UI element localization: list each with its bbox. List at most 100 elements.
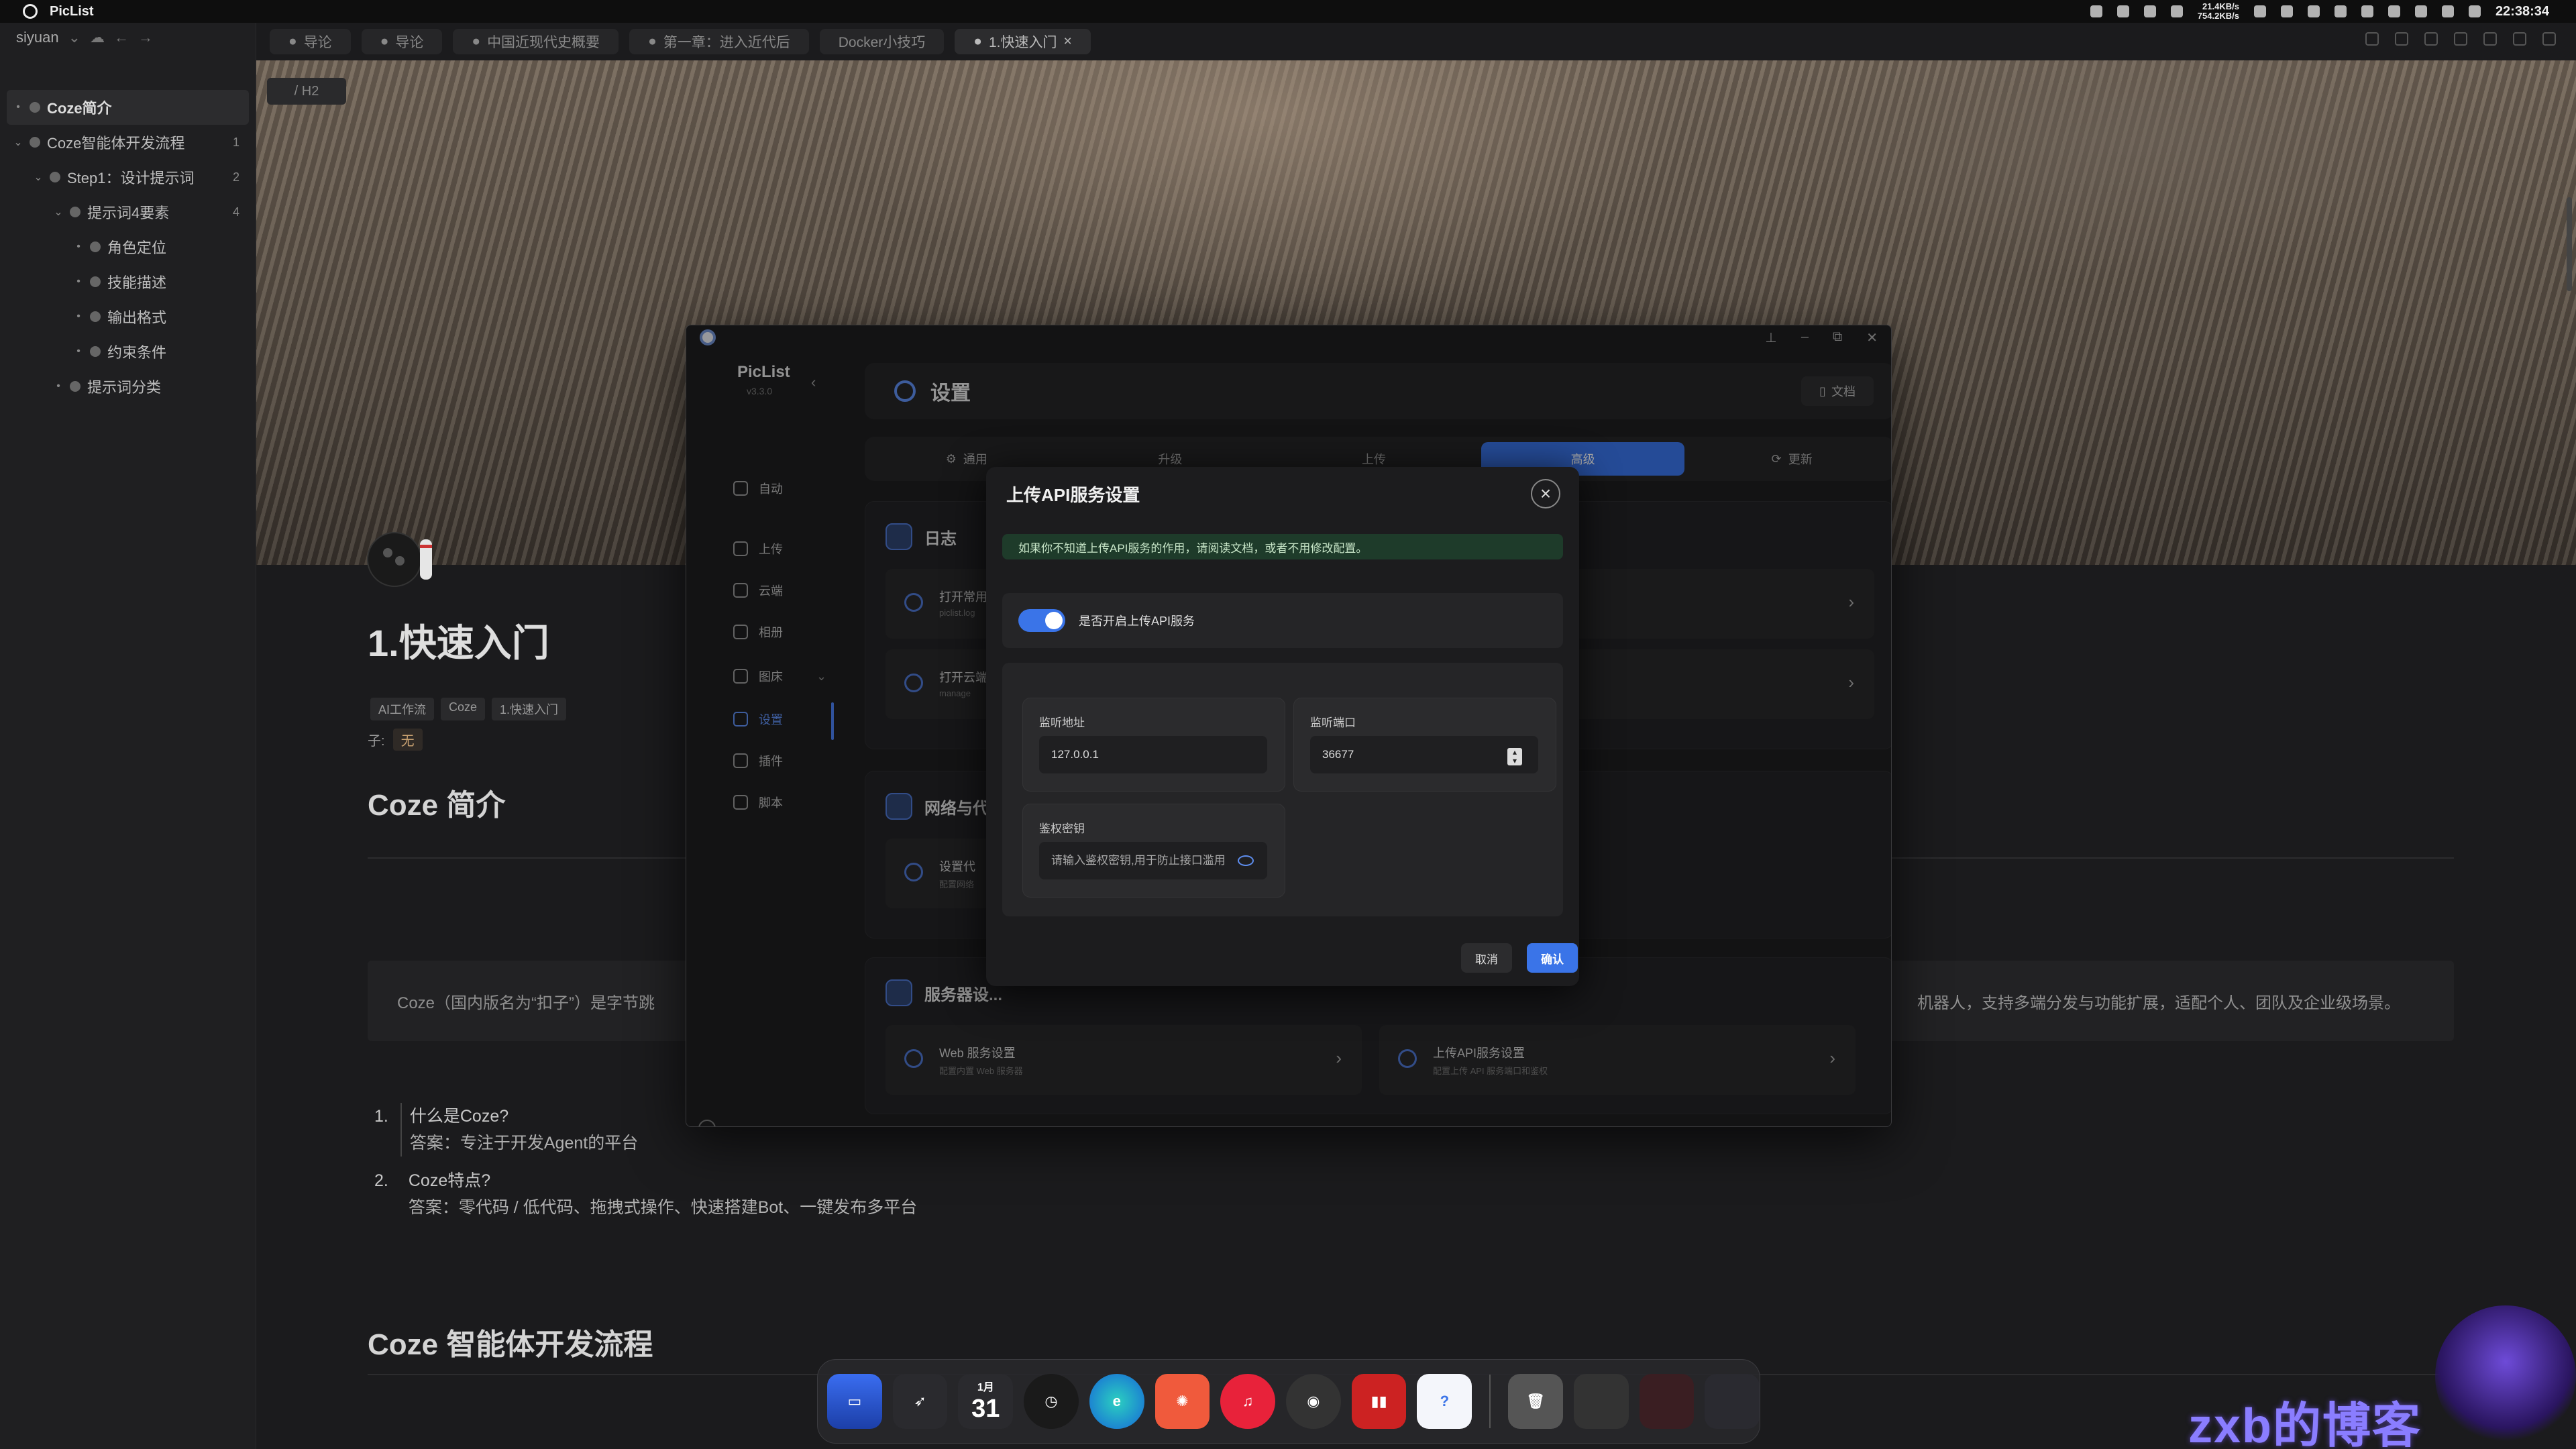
editor-tab-label: 导论 xyxy=(395,35,424,50)
cloud-icon[interactable]: ☁ xyxy=(90,29,105,46)
workspace-switcher[interactable]: siyuan ⌄ ☁ ← → xyxy=(0,23,256,52)
add-tab-icon[interactable] xyxy=(2365,32,2379,46)
doc-icon xyxy=(90,346,101,357)
editor-tabs: ● 导论 ● 导论 ● 中国近现代史概要 ● 第一章：进入近代后 Docker小技巧 ●… xyxy=(256,23,2576,60)
enable-api-row: 是否开启上传API服务 xyxy=(1002,593,1563,648)
tree-item[interactable]: • 输出格式 xyxy=(0,299,256,334)
menubar-clock[interactable]: 22:38:34 xyxy=(2496,4,2549,19)
tab-list-icon[interactable] xyxy=(2395,32,2408,46)
network-speed[interactable]: 21.4KB/s 754.2KB/s xyxy=(2198,2,2239,21)
toolbar-icon[interactable] xyxy=(2483,32,2497,46)
search-icon[interactable] xyxy=(2468,5,2481,17)
breadcrumb[interactable]: / H2 xyxy=(267,78,346,105)
volume-icon[interactable] xyxy=(2414,5,2427,17)
heading[interactable]: Coze 智能体开发流程 xyxy=(368,1320,653,1363)
calendar-month: 1月 xyxy=(977,1382,994,1393)
toolbar-icon[interactable] xyxy=(2454,32,2467,46)
host-input[interactable] xyxy=(1051,748,1239,761)
toolbar-icon[interactable] xyxy=(2424,32,2438,46)
chevron-down-icon[interactable]: ⌄ xyxy=(51,205,66,219)
chevron-down-icon[interactable]: ⌄ xyxy=(11,136,25,149)
confirm-button[interactable]: 确认 xyxy=(1527,943,1578,973)
tray-icon[interactable] xyxy=(2361,5,2373,17)
wifi-icon[interactable] xyxy=(2387,5,2400,17)
tree-item-count: 2 xyxy=(232,170,239,184)
property-value[interactable]: 无 xyxy=(392,729,423,751)
chevron-down-icon[interactable]: ⌄ xyxy=(31,170,46,184)
finder-icon[interactable]: ▭ xyxy=(827,1374,882,1429)
netease-music-icon[interactable]: ♫ xyxy=(1220,1374,1276,1429)
doc-icon xyxy=(90,276,101,287)
tree-item[interactable]: • 技能描述 xyxy=(0,264,256,299)
tray-icon[interactable] xyxy=(2334,5,2347,17)
tree-item[interactable]: • 提示词分类 xyxy=(0,369,256,404)
page-title[interactable]: 1.快速入门 xyxy=(368,613,549,667)
eye-icon[interactable] xyxy=(1238,855,1254,866)
tree-item-label: 约束条件 xyxy=(107,344,167,361)
tray-icon[interactable] xyxy=(2280,5,2293,17)
active-app-name[interactable]: PicList xyxy=(50,4,94,19)
trash-icon[interactable]: 🗑 xyxy=(1508,1374,1563,1429)
back-icon[interactable]: ← xyxy=(114,29,129,46)
list-answer: 答案：零代码 / 低代码、拖拽式操作、快速搭建Bot、一键发布多平台 xyxy=(408,1198,918,1217)
scrollbar[interactable] xyxy=(2567,197,2572,291)
tray-icon[interactable] xyxy=(2170,5,2183,17)
app-icon[interactable]: ▮▮ xyxy=(1351,1374,1407,1429)
doc-path-item[interactable]: 1.快速入门 xyxy=(492,698,567,720)
list-item[interactable]: 2. Coze特点? 答案：零代码 / 低代码、拖拽式操作、快速搭建Bot、一键… xyxy=(374,1167,917,1221)
app-icon[interactable]: ✺ xyxy=(1155,1374,1210,1429)
system-menu-icon[interactable] xyxy=(23,4,38,19)
doc-icon xyxy=(70,381,80,392)
forward-icon[interactable]: → xyxy=(138,29,153,46)
tab-doc-icon: ● xyxy=(973,34,982,49)
editor-tab[interactable]: Docker小技巧 xyxy=(819,29,945,54)
battery-icon[interactable] xyxy=(2441,5,2454,17)
doc-property: 子: 无 xyxy=(368,729,423,751)
editor-tab[interactable]: ● 导论 xyxy=(361,29,443,54)
editor-tab[interactable]: ● 导论 xyxy=(270,29,351,54)
tray-icon[interactable] xyxy=(2253,5,2266,17)
bullet-icon: • xyxy=(76,345,80,357)
tray-icon[interactable] xyxy=(2090,5,2102,17)
tree-item-label: Coze简介 xyxy=(47,100,112,117)
editor-tab-active[interactable]: ● 1.快速入门 × xyxy=(955,29,1091,54)
launchpad-icon[interactable]: ➶ xyxy=(892,1374,948,1429)
tree-item[interactable]: • 角色定位 xyxy=(0,229,256,264)
minimized-window-icon[interactable] xyxy=(1573,1374,1629,1429)
clock-icon[interactable]: ◷ xyxy=(1024,1374,1079,1429)
port-input[interactable] xyxy=(1322,748,1510,761)
doc-path-item[interactable]: Coze xyxy=(441,698,486,720)
tree-item[interactable]: ⌄ 提示词4要素 4 xyxy=(0,195,256,229)
tree-item[interactable]: • 约束条件 xyxy=(0,334,256,369)
list-question: 什么是Coze? xyxy=(400,1103,638,1130)
cancel-button[interactable]: 取消 xyxy=(1461,943,1512,973)
calendar-icon[interactable]: 1月 31 xyxy=(958,1374,1014,1429)
enable-api-switch[interactable] xyxy=(1018,609,1065,632)
close-icon[interactable]: × xyxy=(1063,34,1071,50)
tray-icon[interactable] xyxy=(2116,5,2129,17)
toolbar-icon[interactable] xyxy=(2513,32,2526,46)
screen: PicList 21.4KB/s 754.2KB/s 22:38:34 siyu… xyxy=(0,0,2576,1449)
close-button[interactable]: × xyxy=(1531,479,1560,508)
close-icon: × xyxy=(1540,483,1552,504)
tray-icon[interactable] xyxy=(2307,5,2320,17)
edge-browser-icon[interactable]: e xyxy=(1089,1374,1144,1429)
key-input[interactable] xyxy=(1051,854,1239,867)
dialog-title: 上传API服务设置 xyxy=(1006,485,1140,505)
toolbar-icon[interactable] xyxy=(2542,32,2556,46)
tree-item[interactable]: ⌄ Coze智能体开发流程 1 xyxy=(0,125,256,160)
key-input-wrap xyxy=(1039,842,1267,879)
doc-path-item[interactable]: AI工作流 xyxy=(370,698,435,720)
key-field-box: 鉴权密钥 xyxy=(1022,804,1285,898)
editor-tab[interactable]: ● 第一章：进入近代后 xyxy=(629,29,809,54)
port-stepper[interactable]: ▴ ▾ xyxy=(1507,748,1522,765)
heading[interactable]: Coze 简介 xyxy=(368,781,505,824)
tray-icon[interactable] xyxy=(2143,5,2156,17)
piclist-icon[interactable]: ? xyxy=(1417,1374,1472,1429)
minimized-window-icon[interactable] xyxy=(1705,1374,1760,1429)
editor-tab[interactable]: ● 中国近现代史概要 xyxy=(453,29,619,54)
tree-item[interactable]: ⌄ Step1：设计提示词 2 xyxy=(0,160,256,195)
tree-item[interactable]: • Coze简介 xyxy=(7,90,249,125)
minimized-window-icon[interactable] xyxy=(1639,1374,1695,1429)
obs-icon[interactable]: ◉ xyxy=(1286,1374,1341,1429)
